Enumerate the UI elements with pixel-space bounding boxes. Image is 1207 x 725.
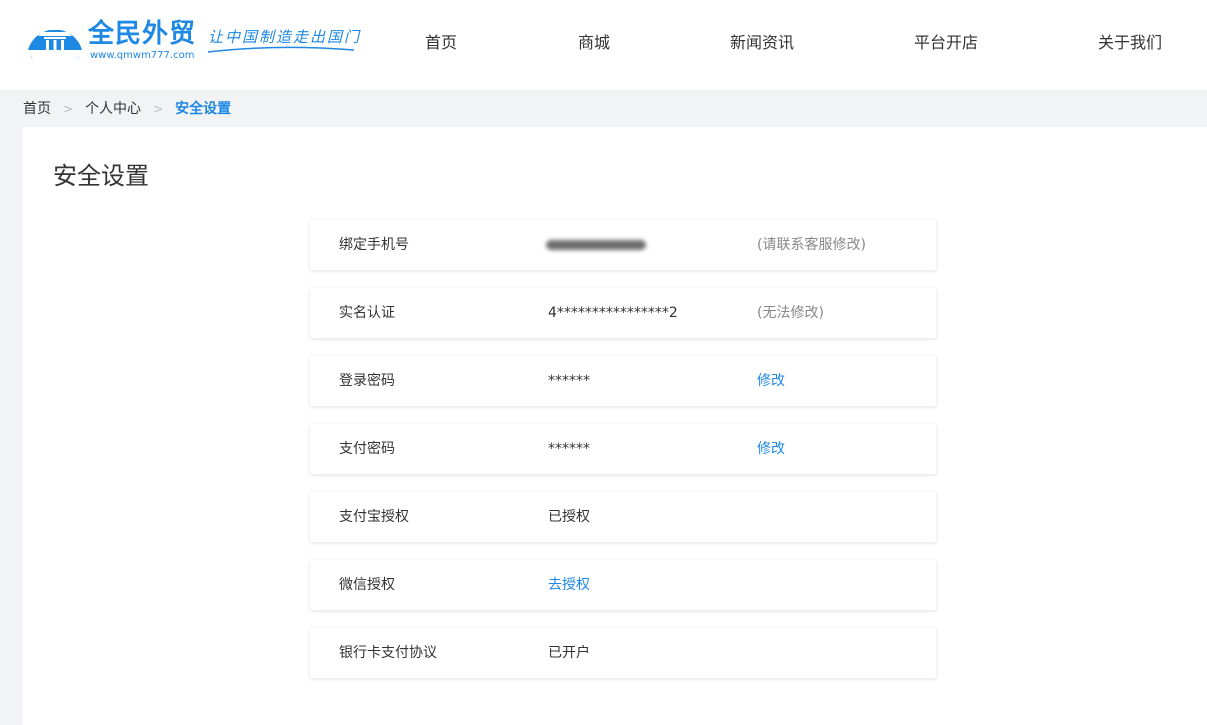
nav-mall[interactable]: 商城 — [578, 33, 610, 53]
row-real-name: 实名认证 4****************2 (无法修改) — [310, 288, 936, 338]
row-note: (无法修改) — [757, 305, 824, 321]
row-value: ****** — [548, 373, 590, 389]
breadcrumb: 首页 > 个人中心 > 安全设置 — [23, 100, 231, 118]
site-header: 全民外贸 www.qmwm777.com 让中国制造走出国门 首页 商城 新闻资… — [0, 0, 1207, 90]
row-bank-card-agreement: 银行卡支付协议 已开户 — [310, 628, 936, 678]
row-label: 支付宝授权 — [339, 509, 409, 525]
site-slogan: 让中国制造走出国门 — [206, 26, 366, 58]
main-panel: 安全设置 绑定手机号 (请联系客服修改) 实名认证 4*************… — [23, 127, 1207, 725]
slogan-swoosh-icon — [207, 46, 355, 53]
row-wechat-auth: 微信授权 去授权 — [310, 560, 936, 610]
breadcrumb-home[interactable]: 首页 — [23, 100, 51, 118]
row-value: 4****************2 — [548, 305, 678, 321]
breadcrumb-separator: > — [63, 102, 74, 116]
nav-open-store[interactable]: 平台开店 — [914, 33, 978, 53]
masked-phone-number — [546, 240, 646, 250]
row-label: 登录密码 — [339, 373, 395, 389]
row-bind-phone: 绑定手机号 (请联系客服修改) — [310, 220, 936, 270]
breadcrumb-user-center[interactable]: 个人中心 — [85, 100, 141, 118]
row-value: 已开户 — [548, 645, 590, 661]
row-value: ****** — [548, 441, 590, 457]
nav-home[interactable]: 首页 — [425, 33, 457, 53]
nav-news[interactable]: 新闻资讯 — [730, 33, 794, 53]
breadcrumb-separator: > — [153, 102, 164, 116]
logo-title: 全民外贸 — [88, 19, 197, 49]
row-label: 绑定手机号 — [339, 237, 409, 253]
nav-about-us[interactable]: 关于我们 — [1098, 33, 1162, 53]
site-logo[interactable]: 全民外贸 www.qmwm777.com — [24, 16, 197, 64]
row-label: 微信授权 — [339, 577, 395, 593]
wechat-authorize-link[interactable]: 去授权 — [548, 576, 590, 594]
row-label: 银行卡支付协议 — [339, 645, 437, 661]
row-label: 支付密码 — [339, 441, 395, 457]
row-note: (请联系客服修改) — [757, 237, 866, 253]
logo-url: www.qmwm777.com — [90, 50, 195, 61]
row-label: 实名认证 — [339, 305, 395, 321]
row-alipay-auth: 支付宝授权 已授权 — [310, 492, 936, 542]
row-login-password: 登录密码 ****** 修改 — [310, 356, 936, 406]
pavilion-logo-icon — [28, 26, 82, 62]
row-pay-password: 支付密码 ****** 修改 — [310, 424, 936, 474]
breadcrumb-current: 安全设置 — [175, 101, 232, 117]
row-value: 已授权 — [548, 509, 590, 525]
modify-login-password-link[interactable]: 修改 — [757, 372, 785, 390]
modify-pay-password-link[interactable]: 修改 — [757, 440, 785, 458]
page-title: 安全设置 — [53, 162, 149, 190]
